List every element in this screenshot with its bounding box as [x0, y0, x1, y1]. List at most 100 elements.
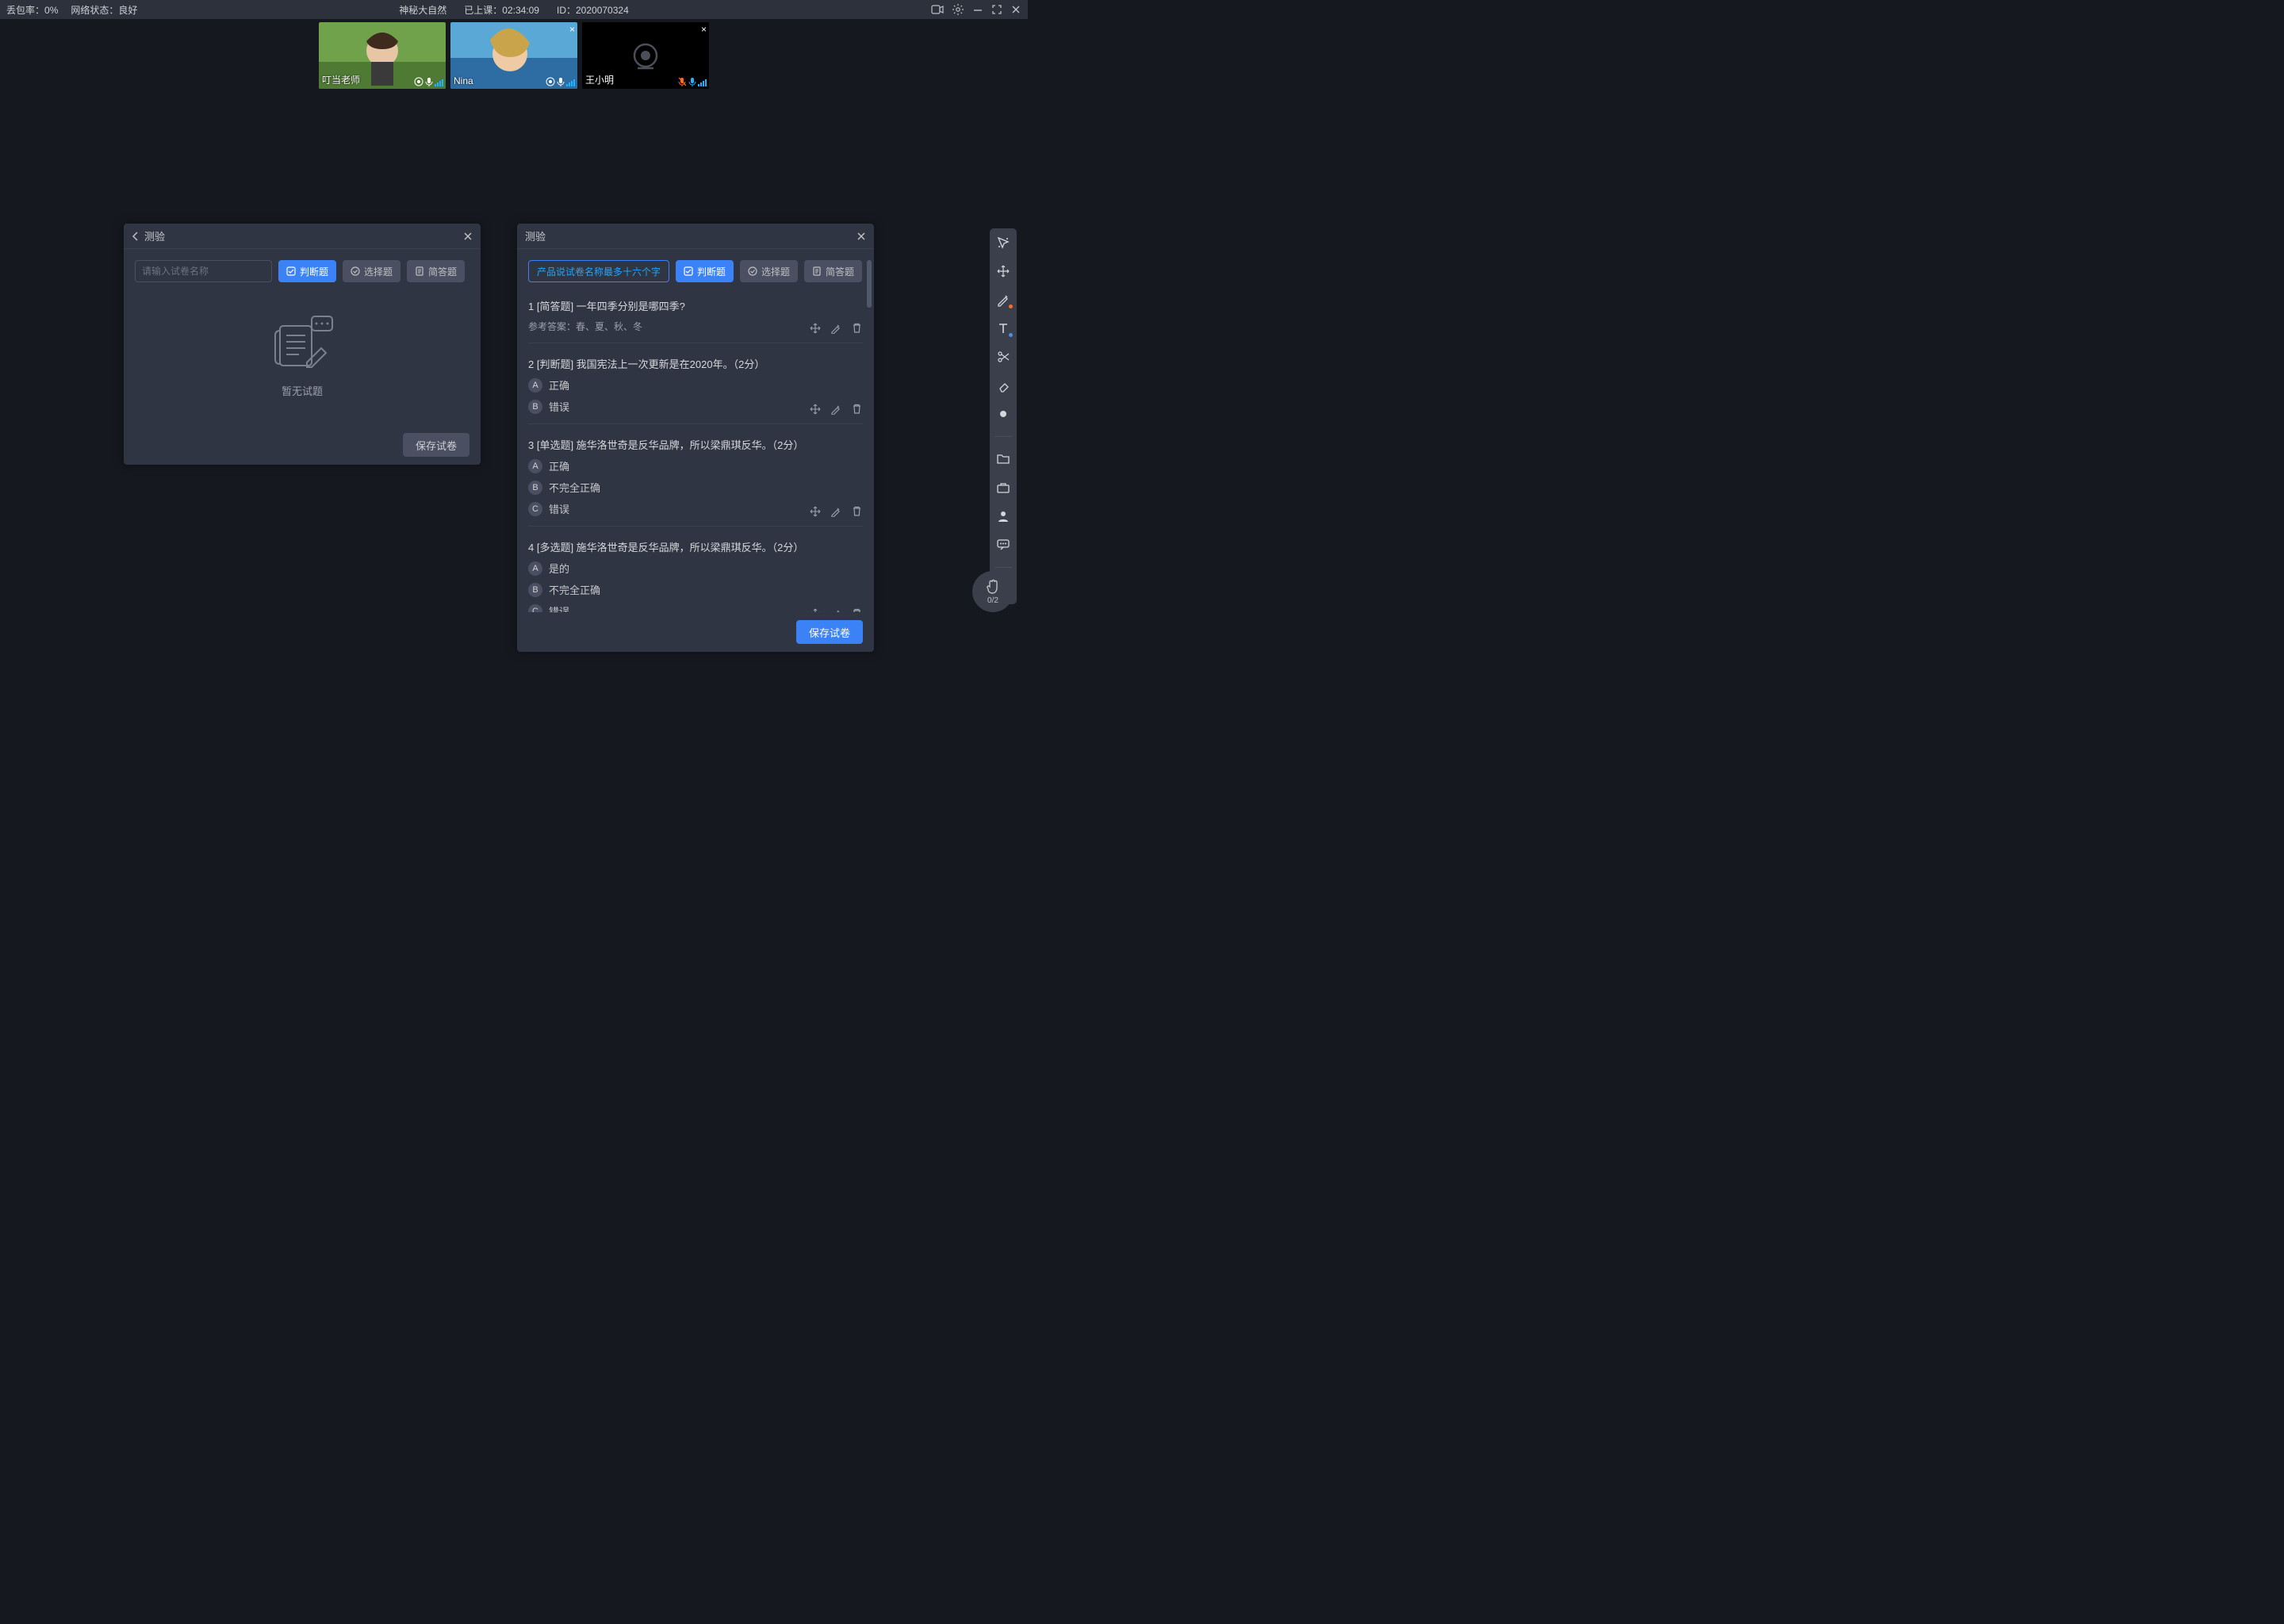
packet-loss-value: 0% [44, 5, 58, 16]
tile-close-icon[interactable]: × [701, 24, 707, 35]
signal-icon [435, 79, 443, 86]
delete-icon[interactable] [850, 322, 863, 335]
empty-state: 暂无试题 [135, 292, 469, 414]
signal-icon [566, 79, 575, 86]
elapsed-label: 已上课： [464, 5, 502, 16]
empty-text: 暂无试题 [282, 383, 323, 398]
video-tile-student[interactable]: × Nina [450, 22, 577, 89]
short-answer-button[interactable]: 简答题 [407, 260, 465, 282]
close-window-button[interactable] [1010, 4, 1021, 15]
move-icon[interactable] [809, 322, 822, 335]
option-row[interactable]: A是的 [528, 561, 863, 576]
option-text: 不完全正确 [549, 480, 600, 495]
delete-icon[interactable] [850, 403, 863, 416]
option-text: 是的 [549, 561, 569, 576]
fullscreen-button[interactable] [991, 4, 1002, 15]
session-id-label: ID： [557, 5, 576, 16]
question-list: 1 [简答题] 一年四季分别是哪四季?参考答案：春、夏、秋、冬 2 [判断题] 我… [528, 293, 863, 612]
scissors-tool[interactable] [995, 349, 1011, 365]
edit-icon[interactable] [830, 322, 842, 335]
choice-question-button[interactable]: 选择题 [740, 260, 798, 282]
option-badge: C [528, 502, 542, 516]
panel-title: 测验 [144, 228, 463, 243]
back-button[interactable] [132, 232, 140, 241]
move-icon[interactable] [809, 403, 822, 416]
question-block: 1 [简答题] 一年四季分别是哪四季?参考答案：春、夏、秋、冬 [528, 293, 863, 343]
video-tile-teacher[interactable]: 叮当老师 [319, 22, 446, 89]
raise-hand-button[interactable]: 0/2 [972, 571, 1014, 612]
user-tool[interactable] [995, 508, 1011, 524]
elapsed-value: 02:34:09 [502, 5, 539, 16]
packet-loss-label: 丢包率： [6, 5, 44, 16]
option-row[interactable]: B 不完全正确 [528, 582, 863, 597]
camera-toggle-button[interactable] [931, 4, 944, 15]
color-tool[interactable] [995, 406, 1011, 422]
option-row[interactable]: A正确 [528, 377, 863, 393]
choice-question-button[interactable]: 选择题 [343, 260, 400, 282]
option-badge: C [528, 604, 542, 613]
option-text: 错误 [549, 399, 569, 414]
hand-icon [985, 578, 1001, 596]
edit-icon[interactable] [830, 505, 842, 518]
video-name: 王小明 [585, 73, 614, 86]
option-text: 正确 [549, 458, 569, 473]
minimize-button[interactable] [972, 4, 983, 15]
quiz-panel-filled: 测验 产品说试卷名称最多十六个字 判断题 选择题 简答题 1 [简答题] 一年四… [517, 224, 874, 652]
save-quiz-button[interactable]: 保存试卷 [403, 433, 469, 457]
question-title: 1 [简答题] 一年四季分别是哪四季? [528, 298, 863, 313]
delete-icon[interactable] [850, 505, 863, 518]
option-badge: B [528, 583, 542, 597]
close-icon[interactable] [856, 232, 866, 241]
delete-icon[interactable] [850, 607, 863, 612]
move-icon[interactable] [809, 607, 822, 612]
question-block: 3 [单选题] 施华洛世奇是反华品牌，所以梁鼎琪反华。（2分） A 正确 B 不完全正确… [528, 432, 863, 527]
quiz-panel-empty: 测验 判断题 选择题 简答题 暂无试题 保存试卷 [124, 224, 481, 465]
question-block: 4 [多选题] 施华洛世奇是反华品牌，所以梁鼎琪反华。（2分） A是的 B 不完全正确… [528, 534, 863, 612]
session-id-value: 2020070324 [576, 5, 629, 16]
edit-icon[interactable] [830, 607, 842, 612]
short-answer-button[interactable]: 简答题 [804, 260, 862, 282]
option-text: 正确 [549, 377, 569, 393]
tile-close-icon[interactable]: × [569, 24, 575, 35]
judge-question-button[interactable]: 判断题 [676, 260, 734, 282]
quiz-title-chip[interactable]: 产品说试卷名称最多十六个字 [528, 260, 669, 282]
move-tool[interactable] [995, 263, 1011, 279]
question-title: 2 [判断题] 我国宪法上一次更新是在2020年。（2分） [528, 356, 863, 371]
option-badge: A [528, 459, 542, 473]
scrollbar[interactable] [867, 260, 872, 615]
close-icon[interactable] [463, 232, 473, 241]
option-text: 不完全正确 [549, 582, 600, 597]
quiz-name-input[interactable] [135, 260, 272, 282]
hand-count: 0/2 [987, 596, 998, 605]
option-badge: B [528, 481, 542, 495]
eraser-tool[interactable] [995, 377, 1011, 393]
status-bar: 丢包率：0% 网络状态：良好 神秘大自然 已上课：02:34:09 ID：202… [0, 0, 1028, 19]
mic-icon [425, 77, 433, 86]
pen-tool[interactable] [995, 292, 1011, 308]
medal-icon [414, 77, 423, 86]
net-status-label: 网络状态： [71, 5, 118, 16]
toolbox-tool[interactable] [995, 480, 1011, 496]
settings-button[interactable] [952, 3, 964, 16]
save-quiz-button[interactable]: 保存试卷 [796, 620, 863, 644]
panel-title: 测验 [525, 228, 856, 243]
move-icon[interactable] [809, 505, 822, 518]
option-row[interactable]: A 正确 [528, 458, 863, 473]
pointer-tool[interactable] [995, 235, 1011, 251]
option-row[interactable]: B 不完全正确 [528, 480, 863, 495]
video-tile-student[interactable]: × 王小明 [582, 22, 709, 89]
video-name: Nina [454, 75, 473, 86]
video-strip: 叮当老师 × Nina × 王小明 [0, 19, 1028, 90]
signal-icon [698, 79, 707, 86]
net-status-value: 良好 [118, 5, 137, 16]
question-title: 4 [多选题] 施华洛世奇是反华品牌，所以梁鼎琪反华。（2分） [528, 539, 863, 554]
option-text: 错误 [549, 603, 569, 612]
medal-icon [546, 77, 555, 86]
edit-icon[interactable] [830, 403, 842, 416]
text-tool[interactable] [995, 320, 1011, 336]
mic-muted-icon [678, 77, 687, 86]
folder-tool[interactable] [995, 451, 1011, 467]
question-title: 3 [单选题] 施华洛世奇是反华品牌，所以梁鼎琪反华。（2分） [528, 437, 863, 452]
chat-tool[interactable] [995, 537, 1011, 553]
judge-question-button[interactable]: 判断题 [278, 260, 336, 282]
